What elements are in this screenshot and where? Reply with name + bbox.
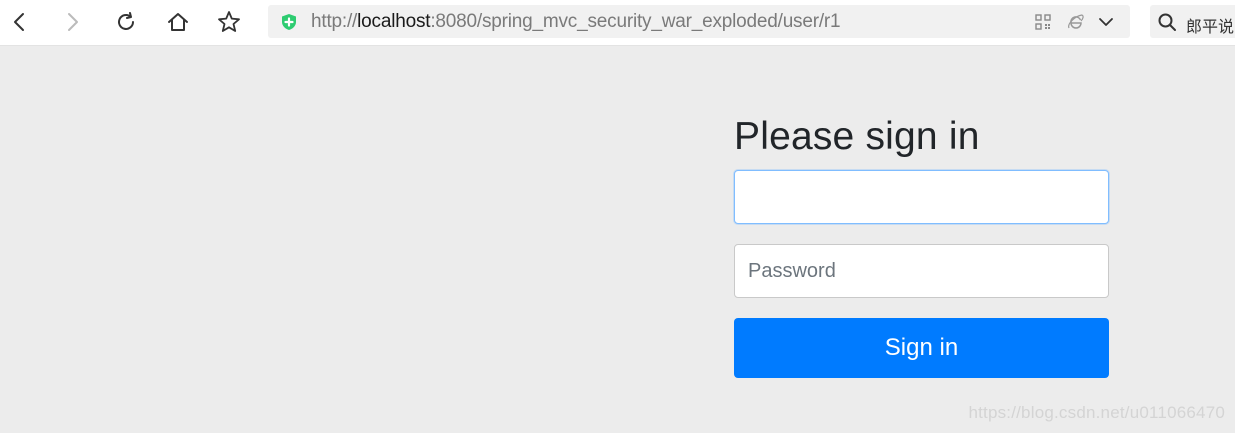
address-bar[interactable]: http://localhost:8080/spring_mvc_securit… <box>268 5 1130 38</box>
watermark: https://blog.csdn.net/u011066470 <box>968 403 1225 422</box>
browser-toolbar: http://localhost:8080/spring_mvc_securit… <box>0 0 1235 46</box>
reload-icon <box>118 12 134 30</box>
url-text: http://localhost:8080/spring_mvc_securit… <box>311 11 841 32</box>
forward-icon <box>68 13 78 31</box>
qr-code-icon[interactable] <box>1034 13 1052 31</box>
search-suggestion-text: 郎平说 <box>1186 19 1235 36</box>
chevron-down-icon[interactable] <box>1097 13 1115 31</box>
ie-icon[interactable] <box>1067 13 1085 31</box>
url-host: localhost <box>357 11 431 32</box>
password-input[interactable] <box>734 244 1109 298</box>
forward-button[interactable] <box>56 6 88 38</box>
home-icon <box>168 13 188 31</box>
sign-in-heading: Please sign in <box>734 115 980 158</box>
url-prefix: http:// <box>311 11 358 32</box>
home-button[interactable] <box>162 6 194 38</box>
star-icon <box>218 11 240 32</box>
back-icon <box>14 13 24 31</box>
reload-button[interactable] <box>110 6 142 38</box>
search-box[interactable]: 郎平说 <box>1150 5 1235 38</box>
username-input[interactable] <box>734 170 1109 224</box>
shield-icon <box>282 14 296 30</box>
back-button[interactable] <box>4 6 36 38</box>
url-path: :8080/spring_mvc_security_war_exploded/u… <box>430 11 841 32</box>
sign-in-form: Please sign in Sign in <box>734 108 1109 378</box>
bookmark-button[interactable] <box>213 6 245 38</box>
search-icon <box>1158 13 1176 31</box>
sign-in-button[interactable]: Sign in <box>734 318 1109 378</box>
